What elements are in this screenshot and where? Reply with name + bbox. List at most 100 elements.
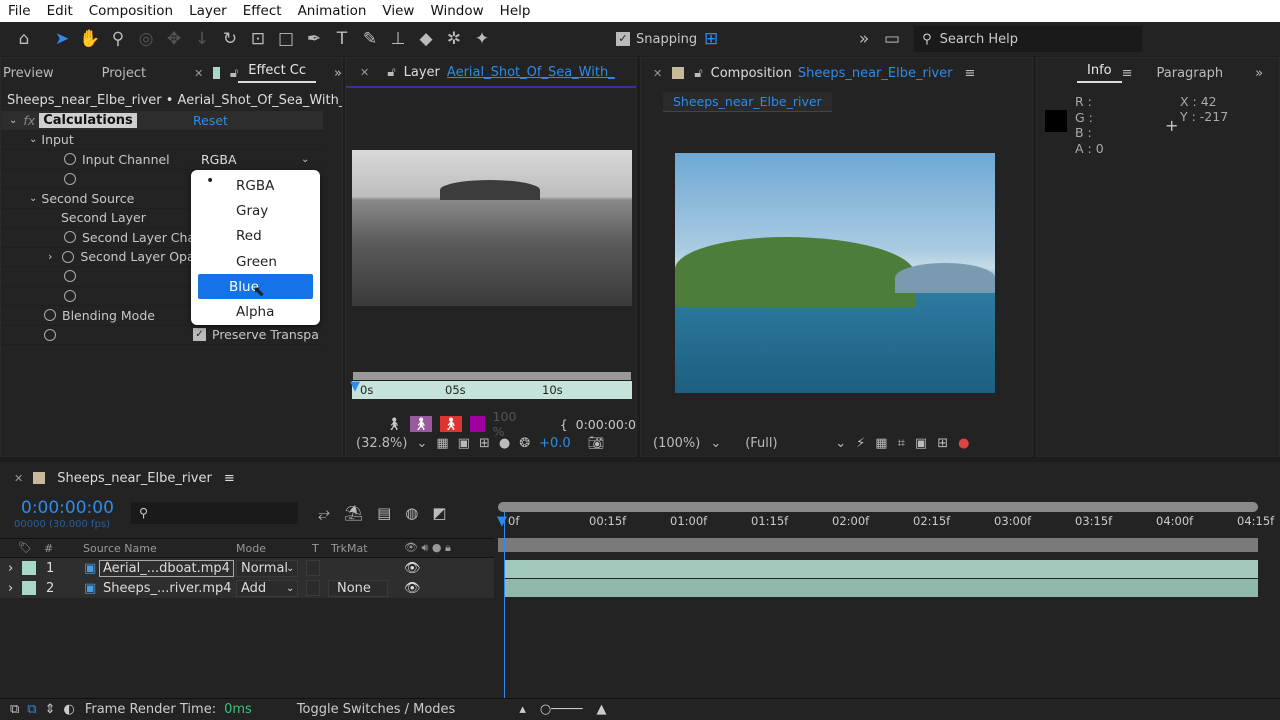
guides-icon[interactable]: ⊞ — [479, 436, 490, 451]
layer-search-input[interactable]: ⚲ — [131, 502, 298, 524]
preserve-transparency-switch[interactable] — [306, 580, 320, 596]
chevron-down-icon[interactable]: ⌄ — [29, 193, 37, 204]
layer-name[interactable]: Aerial_...dboat.mp4 — [99, 559, 234, 577]
close-icon[interactable]: ✕ — [653, 67, 662, 80]
mask-icon[interactable]: ▣ — [915, 436, 927, 451]
out-point-icon[interactable]: 🚶︎ — [439, 416, 462, 432]
overflow-icon[interactable]: » — [334, 66, 342, 81]
input-channel-select[interactable]: RGBA — [201, 152, 237, 167]
fast-preview-icon[interactable]: ⚡ — [856, 436, 865, 451]
pen-tool-icon[interactable]: ✒ — [300, 29, 328, 49]
chevron-down-icon[interactable]: ⌄ — [835, 436, 846, 451]
lock-icon[interactable]: 🔓︎ — [694, 66, 702, 81]
eraser-tool-icon[interactable]: ◆ — [412, 29, 440, 49]
timeline-comp-tab[interactable]: Sheeps_near_Elbe_river — [57, 471, 212, 486]
switches-icon[interactable]: ⧉ — [27, 702, 36, 717]
channel-icon[interactable]: ● — [499, 436, 510, 451]
stopwatch-icon[interactable] — [64, 270, 76, 283]
tab-paragraph[interactable]: Paragraph — [1147, 66, 1234, 81]
search-help-field[interactable]: ⚲ Search Help — [914, 26, 1143, 52]
chevron-down-icon[interactable]: ⌄ — [710, 436, 721, 451]
tab-project[interactable]: Project — [92, 66, 156, 81]
exposure-icon[interactable]: ❂ — [519, 436, 530, 451]
option-gray[interactable]: Gray — [198, 198, 313, 223]
layer-time-ruler[interactable]: 0s 05s 10s ▼ — [350, 379, 632, 399]
stopwatch-icon[interactable] — [44, 328, 56, 341]
snapping-checkbox[interactable]: ✓ — [616, 32, 630, 46]
label-color-icon[interactable] — [22, 561, 36, 575]
layer-bar-1[interactable] — [504, 560, 1258, 578]
clone-stamp-icon[interactable]: ⊥ — [384, 29, 412, 49]
magnification-select[interactable]: (32.8%) — [356, 436, 407, 451]
dolly-tool-icon[interactable]: ↓ — [188, 29, 216, 49]
person-icon[interactable]: 🚶︎ — [386, 416, 402, 432]
preserve-transparency-switch[interactable] — [306, 560, 320, 576]
lock-icon[interactable]: 🔓︎ — [387, 65, 395, 80]
layer-name[interactable]: Sheeps_...river.mp4 — [103, 581, 232, 596]
option-alpha[interactable]: Alpha — [198, 299, 313, 324]
option-blue[interactable]: Blue ⬉ — [198, 274, 313, 300]
work-area-bar[interactable] — [498, 538, 1258, 552]
stopwatch-icon[interactable] — [64, 289, 76, 302]
close-icon[interactable]: ✕ — [14, 472, 23, 485]
eye-icon[interactable]: 👁︎ — [404, 581, 421, 596]
toggle-switches-modes-button[interactable]: Toggle Switches / Modes — [297, 702, 456, 717]
chevron-right-icon[interactable]: › — [8, 581, 13, 596]
guides-icon[interactable]: ⊞ — [937, 436, 948, 451]
stopwatch-icon[interactable] — [64, 231, 76, 244]
effect-name[interactable]: Calculations — [39, 112, 137, 128]
stopwatch-icon[interactable] — [62, 250, 75, 263]
layer-row-2[interactable]: › 2 ▣ Sheeps_...river.mp4 Add ⌄ None 👁︎ — [0, 578, 494, 598]
rectangle-tool-icon[interactable]: □ — [272, 29, 300, 49]
header-source-name[interactable]: Source Name — [83, 542, 157, 555]
menu-help[interactable]: Help — [492, 3, 539, 19]
comp-name-link[interactable]: Sheeps_near_Elbe_river — [798, 66, 953, 81]
channel-icon[interactable]: ● — [958, 436, 969, 451]
zoom-tool-icon[interactable]: ⚲ — [104, 29, 132, 49]
chevron-right-icon[interactable]: › — [8, 561, 13, 576]
menu-layer[interactable]: Layer — [181, 3, 235, 19]
chevron-down-icon[interactable]: ⌄ — [301, 154, 309, 165]
pan-behind-tool-icon[interactable]: ⊡ — [244, 29, 272, 49]
playhead-line[interactable] — [504, 512, 505, 698]
close-icon[interactable]: ✕ — [194, 67, 203, 80]
transparency-grid-icon[interactable]: ▦ — [436, 436, 448, 451]
collapse-chevron-icon[interactable]: ⌄ — [9, 115, 17, 126]
composition-flowchart-icon[interactable]: ⥂ — [318, 504, 330, 522]
zoom-slider[interactable]: ○──── — [540, 702, 583, 717]
comp-tab-label[interactable]: Composition — [711, 66, 792, 81]
menu-composition[interactable]: Composition — [81, 3, 181, 19]
option-red[interactable]: Red — [198, 224, 313, 249]
playhead-icon[interactable]: ▼ — [497, 514, 507, 529]
render-time-icon[interactable]: ◐ — [64, 702, 75, 717]
tab-preview[interactable]: Preview — [1, 66, 64, 81]
mask-icon[interactable]: ▣ — [458, 436, 470, 451]
fx-icon[interactable]: fx — [23, 113, 35, 128]
graph-editor-icon[interactable]: ◩ — [432, 504, 446, 522]
playhead-icon[interactable]: ▼ — [350, 379, 360, 394]
hand-tool-icon[interactable]: ✋ — [76, 29, 104, 49]
workspace-icon[interactable]: ▭ — [878, 29, 906, 49]
close-icon[interactable]: ✕ — [360, 66, 369, 79]
type-tool-icon[interactable]: T — [328, 29, 356, 49]
resolution-select[interactable]: (Full) — [745, 436, 825, 451]
eye-icon[interactable]: 👁︎ — [404, 561, 421, 576]
color-swatch[interactable] — [469, 416, 485, 432]
stopwatch-icon[interactable] — [64, 172, 76, 185]
exposure-value[interactable]: +0.0 — [539, 436, 571, 451]
pan-tool-icon[interactable]: ✥ — [160, 29, 188, 49]
in-point-icon[interactable]: 🚶︎ — [409, 416, 432, 432]
overflow-icon[interactable]: » — [1255, 66, 1263, 81]
lock-icon[interactable]: 🔓︎ — [230, 66, 238, 81]
layer-bar-2[interactable] — [504, 579, 1258, 597]
layer-name-link[interactable]: Aerial_Shot_Of_Sea_With_ — [447, 65, 615, 80]
tab-info[interactable]: Info — [1077, 63, 1122, 83]
rotate-tool-icon[interactable]: ↻ — [216, 29, 244, 49]
zoom-in-icon[interactable]: ▲ — [597, 702, 607, 717]
menu-icon[interactable]: ≡ — [1122, 66, 1133, 81]
time-navigator[interactable] — [498, 502, 1258, 512]
menu-icon[interactable]: ≡ — [964, 66, 975, 81]
overflow-icon[interactable]: » — [850, 29, 878, 49]
magnification-select[interactable]: (100%) — [653, 436, 700, 451]
tab-effect-controls[interactable]: Effect Cc — [238, 63, 317, 83]
